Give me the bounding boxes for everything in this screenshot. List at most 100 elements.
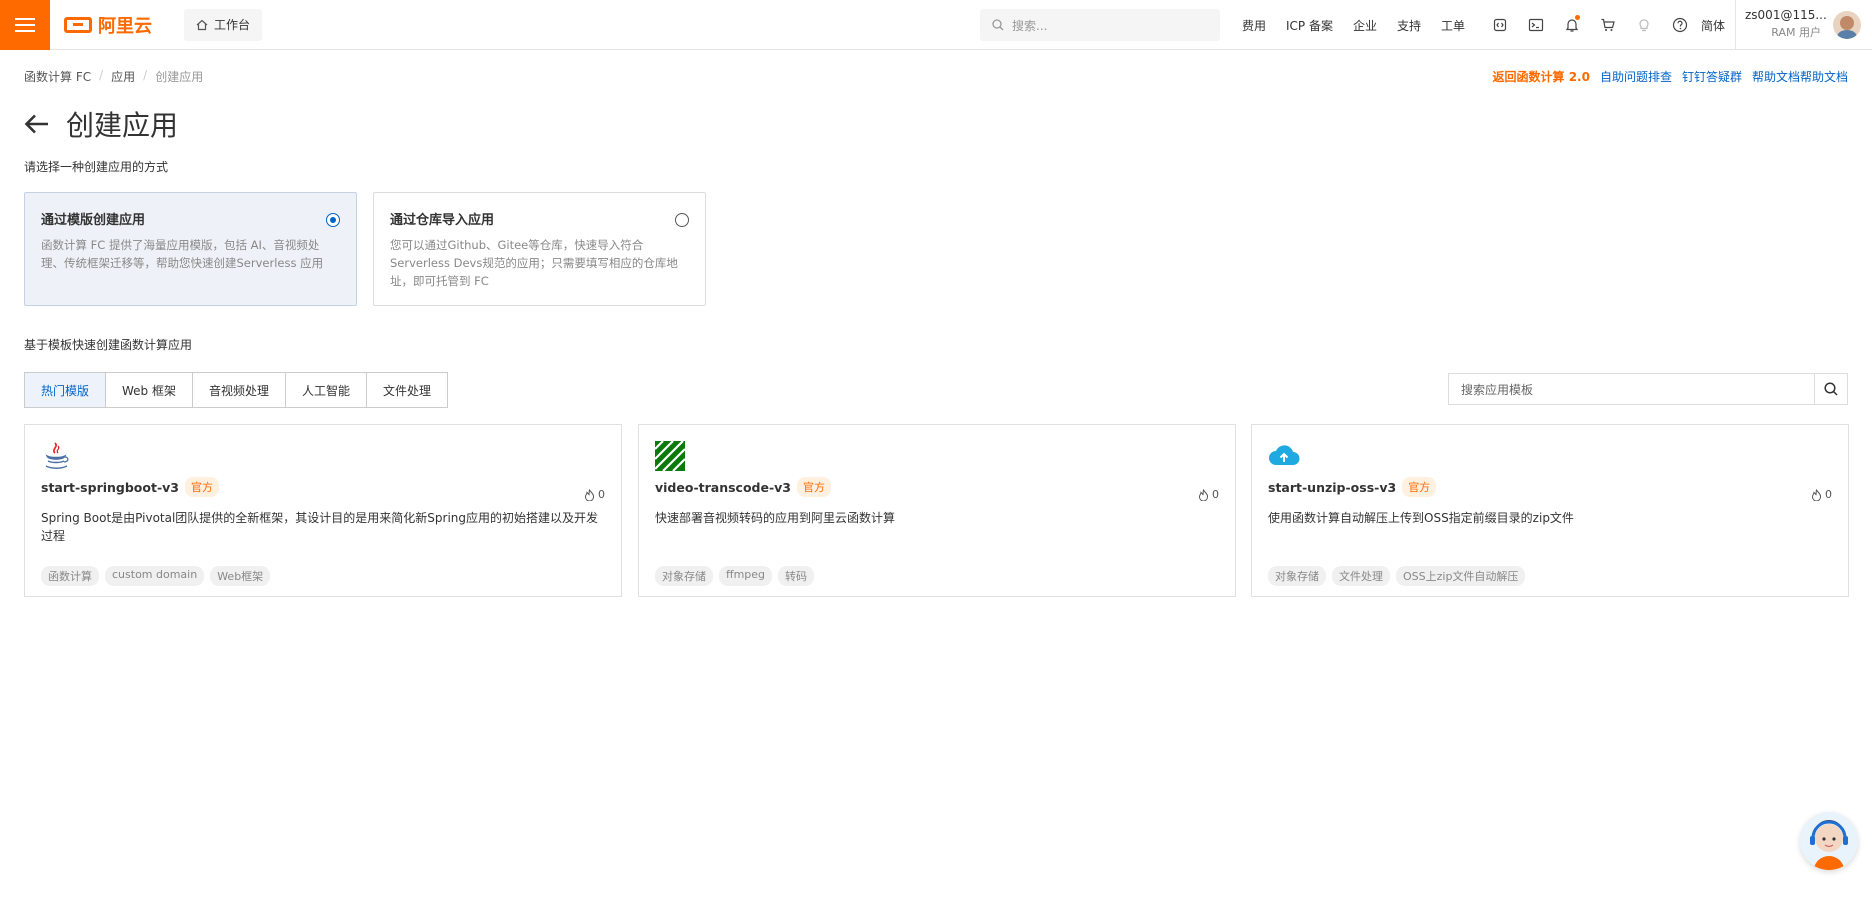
code-icon[interactable] [1482,17,1518,33]
like-count[interactable]: 0 [1811,488,1832,501]
home-icon [196,19,208,30]
template-desc: 使用函数计算自动解压上传到OSS指定前缀目录的zip文件 [1268,511,1574,525]
tag: 对象存储 [1268,566,1326,586]
breadcrumb-current: 创建应用 [155,70,204,84]
logo-mark-icon [64,16,92,33]
nav-link-support[interactable]: 支持 [1397,17,1421,34]
template-tags: 对象存储 ffmpeg 转码 [655,566,820,586]
option-radio[interactable] [675,213,689,227]
tab-file-processing[interactable]: 文件处理 [367,373,448,407]
logo-text: 阿里云 [98,15,152,37]
dingtalk-group-link[interactable]: 钉钉答疑群 [1682,68,1742,85]
workbench-button[interactable]: 工作台 [184,8,263,41]
language-switch[interactable]: 简体 [1701,17,1725,34]
tag: 对象存储 [655,566,713,586]
self-troubleshoot-link[interactable]: 自助问题排查 [1600,68,1672,85]
template-card[interactable]: start-springboot-v3 官方 0 Spring Boot是由Pi… [24,424,622,597]
search-icon [1824,382,1838,396]
option-desc: 您可以通过Github、Gitee等仓库，快速导入符合 Serverless D… [390,238,678,288]
flame-icon [584,488,595,501]
help-docs-link[interactable]: 帮助文档帮助文档 [1752,68,1848,85]
tag: 转码 [778,566,815,586]
global-search-placeholder: 搜索... [1012,18,1048,33]
like-count[interactable]: 0 [1198,488,1219,501]
help-icon[interactable] [1662,17,1698,33]
nav-link-billing[interactable]: 费用 [1242,17,1266,34]
bell-icon[interactable] [1554,15,1590,33]
tag: 函数计算 [41,566,99,586]
back-arrow-icon[interactable] [24,113,50,135]
template-tags: 对象存储 文件处理 OSS上zip文件自动解压 [1268,566,1531,586]
like-count-value: 0 [1212,488,1219,501]
tag: OSS上zip文件自动解压 [1396,566,1526,586]
nav-link-icp[interactable]: ICP 备案 [1286,17,1333,34]
template-section-label: 基于模板快速创建函数计算应用 [24,338,193,352]
option-repo-card[interactable]: 通过仓库导入应用 您可以通过Github、Gitee等仓库，快速导入符合 Ser… [373,192,706,306]
tag: 文件处理 [1332,566,1390,586]
template-name: start-unzip-oss-v3 [1268,479,1397,495]
nav-link-ticket[interactable]: 工单 [1441,17,1465,34]
tag: Web框架 [210,566,271,586]
breadcrumb: 函数计算 FC / 应用 / 创建应用 [24,68,203,85]
tag: custom domain [105,566,205,586]
template-search: 搜索应用模板 [1448,373,1848,405]
nav-link-enterprise[interactable]: 企业 [1353,17,1377,34]
workbench-label: 工作台 [214,18,251,32]
ffmpeg-icon [654,440,686,472]
template-card[interactable]: video-transcode-v3 官方 0 快速部署音视频转码的应用到阿里云… [638,424,1236,597]
tag: ffmpeg [719,566,773,586]
breadcrumb-separator: / [99,68,104,82]
tab-ai[interactable]: 人工智能 [286,373,368,407]
user-info[interactable]: zs001@115... RAM 用户 [1745,8,1827,40]
cloud-upload-icon [1268,441,1300,471]
tab-audio-video[interactable]: 音视频处理 [193,373,287,407]
cart-icon[interactable] [1590,17,1626,33]
aliyun-logo[interactable]: 阿里云 [64,12,152,38]
template-desc: Spring Boot是由Pivotal团队提供的全新框架，其设计目的是用来简化… [41,511,599,543]
flame-icon [1811,488,1822,501]
user-role: RAM 用户 [1771,26,1821,39]
flame-icon [1198,488,1209,501]
template-search-button[interactable] [1815,374,1847,404]
official-badge: 官方 [1402,477,1437,497]
search-icon [992,19,1004,31]
option-title: 通过仓库导入应用 [390,213,495,228]
option-desc: 函数计算 FC 提供了海量应用模版，包括 AI、音视频处理、传统框架迁移等，帮助… [41,238,324,270]
page-title: 创建应用 [66,109,179,142]
option-template-card[interactable]: 通过模版创建应用 函数计算 FC 提供了海量应用模版，包括 AI、音视频处理、传… [24,192,357,306]
official-badge: 官方 [797,477,832,497]
help-links: 返回函数计算 2.0 自助问题排查 钉钉答疑群 帮助文档帮助文档 [1483,68,1848,85]
like-count-value: 0 [598,488,605,501]
breadcrumb-apps[interactable]: 应用 [111,68,135,85]
notification-dot [1575,15,1580,20]
user-name: zs001@115... [1745,8,1827,22]
top-nav-icons [1482,0,1698,50]
template-name: start-springboot-v3 [41,479,179,495]
like-count[interactable]: 0 [584,488,605,501]
template-name: video-transcode-v3 [655,479,792,495]
lightbulb-icon[interactable] [1626,17,1662,33]
creation-method-label: 请选择一种创建应用的方式 [24,160,169,174]
official-badge: 官方 [185,477,219,497]
like-count-value: 0 [1825,488,1832,501]
terminal-icon[interactable] [1518,17,1554,33]
option-radio-selected[interactable] [326,213,340,227]
global-search-input[interactable]: 搜索... [980,9,1220,41]
template-desc: 快速部署音视频转码的应用到阿里云函数计算 [655,511,896,525]
topbar-divider [1735,0,1736,50]
avatar[interactable] [1833,11,1861,39]
java-icon [41,441,71,471]
top-nav-links: 费用 ICP 备案 企业 支持 工单 [1242,0,1485,50]
option-title: 通过模版创建应用 [41,213,146,228]
template-search-input[interactable]: 搜索应用模板 [1449,374,1815,404]
template-tags: 函数计算 custom domain Web框架 [41,566,276,586]
tab-web-framework[interactable]: Web 框架 [106,373,193,407]
hamburger-menu-button[interactable] [0,0,50,50]
template-card[interactable]: start-unzip-oss-v3 官方 0 使用函数计算自动解压上传到OSS… [1251,424,1849,597]
back-to-fc2-link[interactable]: 返回函数计算 2.0 [1493,68,1590,85]
ai-assistant-button[interactable] [1800,812,1858,870]
template-tabs: 热门模版 Web 框架 音视频处理 人工智能 文件处理 [24,372,449,408]
breadcrumb-fc[interactable]: 函数计算 FC [24,68,91,85]
breadcrumb-separator: / [143,68,148,82]
tab-popular[interactable]: 热门模版 [25,373,107,407]
